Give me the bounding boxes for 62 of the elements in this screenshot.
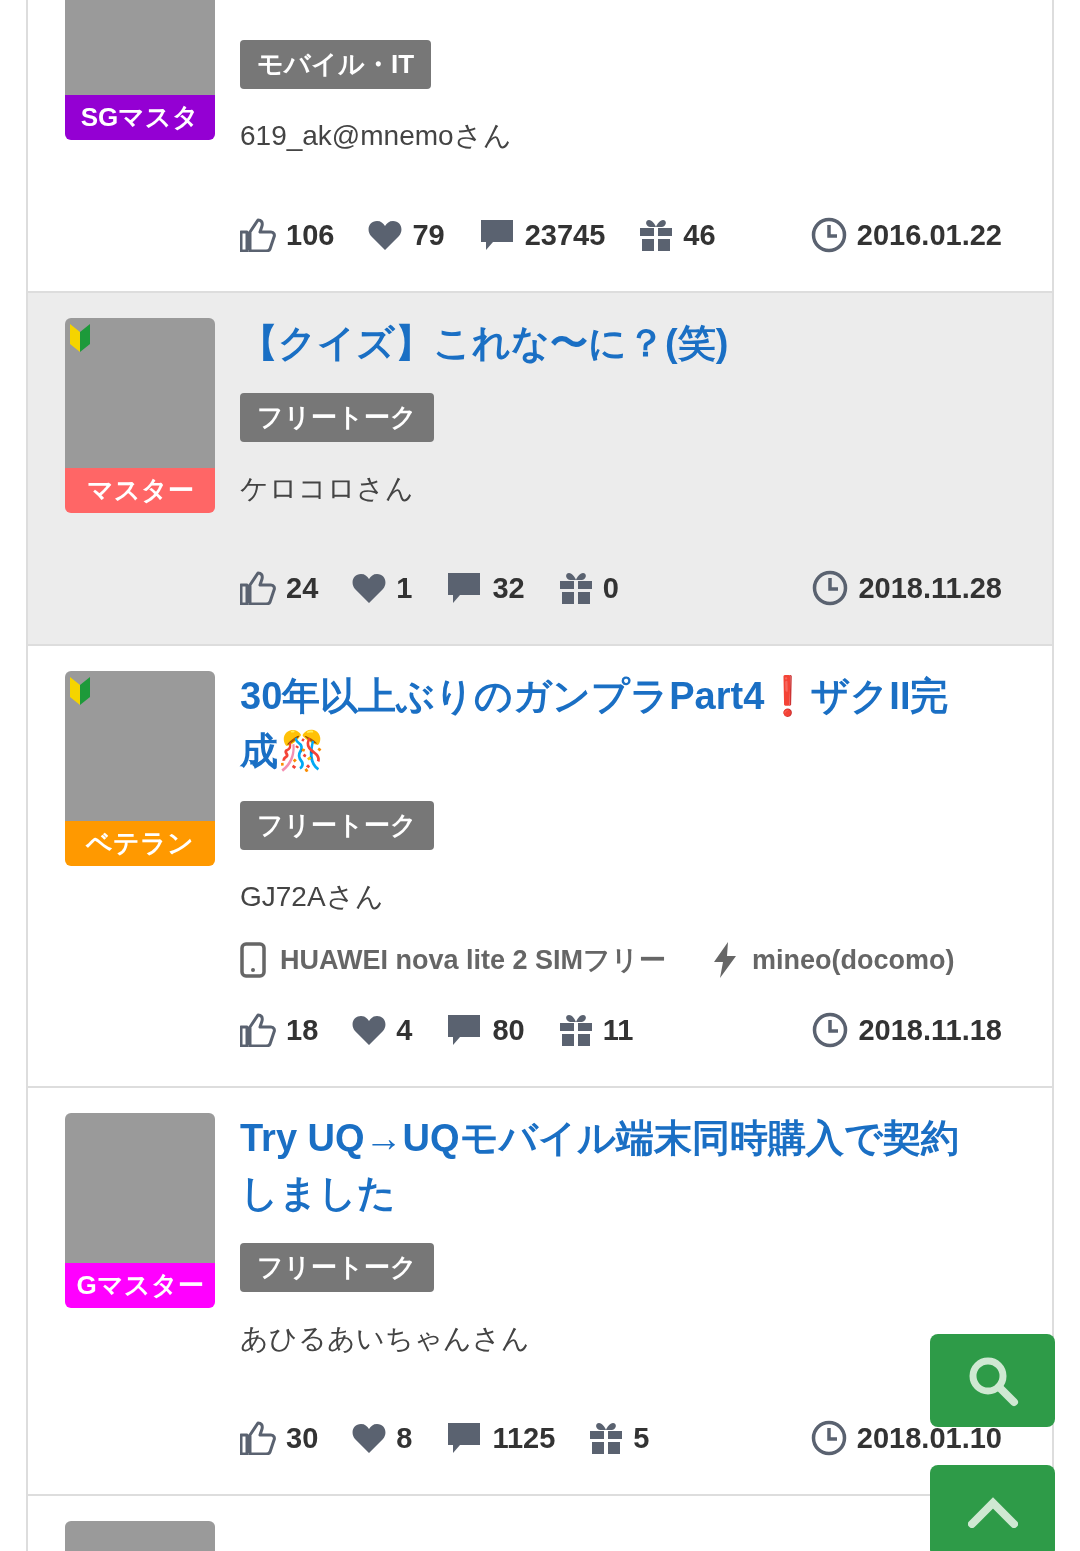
like-count: 30: [286, 1421, 319, 1455]
like-count: 18: [286, 1013, 319, 1047]
search-button[interactable]: [930, 1334, 1055, 1427]
author-name: あひるあいちゃんさん: [240, 1322, 530, 1356]
comment-count: 1125: [492, 1421, 556, 1455]
speech-bubble-icon: [446, 1421, 483, 1455]
rank-badge: ベテラン: [65, 821, 215, 866]
clock-icon: [812, 1012, 849, 1048]
category-tag[interactable]: フリートーク: [240, 1243, 434, 1292]
heart-icon: [352, 1015, 387, 1045]
heart-count: 79: [412, 218, 445, 252]
heart-icon: [352, 1423, 387, 1453]
rank-badge: Gマスター: [65, 1263, 215, 1308]
rank-badge: SGマスタ: [65, 95, 215, 140]
thumbs-up-icon: [240, 1013, 276, 1047]
author-name: ケロコロさん: [240, 472, 414, 506]
thumbs-up-icon: [240, 218, 276, 252]
rank-badge: マスター: [65, 468, 215, 513]
chevron-up-icon: [967, 1495, 1018, 1528]
smartphone-icon: [240, 942, 266, 978]
heart-icon: [368, 220, 403, 250]
thumbs-up-icon: [240, 1421, 276, 1455]
gift-count: 0: [602, 571, 619, 605]
post-date: 2016.01.22: [856, 218, 1002, 252]
gift-icon: [639, 218, 674, 252]
clock-icon: [812, 570, 849, 606]
heart-icon: [352, 573, 387, 603]
gift-icon: [558, 1013, 593, 1047]
clock-icon: [810, 217, 847, 253]
thumbs-up-icon: [240, 571, 276, 605]
comment-count: 32: [492, 571, 525, 605]
heart-count: 1: [396, 571, 413, 605]
carrier-name: mineo(docomo): [752, 944, 955, 976]
heart-count: 4: [396, 1013, 413, 1047]
gift-count: 5: [633, 1421, 650, 1455]
post-date: 2018.11.28: [858, 571, 1002, 605]
comment-count: 80: [492, 1013, 525, 1047]
like-count: 106: [286, 218, 335, 252]
clock-icon: [810, 1420, 847, 1456]
heart-count: 8: [396, 1421, 413, 1455]
gift-count: 11: [602, 1013, 634, 1047]
speech-bubble-icon: [446, 1013, 483, 1047]
speech-bubble-icon: [446, 571, 483, 605]
gift-count: 46: [683, 218, 716, 252]
device-name: HUAWEI nova lite 2 SIMフリー: [280, 944, 667, 977]
gift-icon: [558, 571, 593, 605]
category-tag[interactable]: モバイル・IT: [240, 40, 432, 89]
like-count: 24: [286, 571, 319, 605]
post-date: 2018.01.10: [856, 1421, 1002, 1455]
category-tag[interactable]: フリートーク: [240, 393, 434, 442]
comment-count: 23745: [524, 218, 606, 252]
post-date: 2018.11.18: [858, 1013, 1002, 1047]
scroll-to-top-button[interactable]: [930, 1465, 1055, 1551]
author-name: GJ72Aさん: [240, 880, 384, 914]
post-title[interactable]: 【クイズ】これな〜に？(笑): [240, 316, 729, 371]
lightning-icon: [712, 942, 739, 978]
category-tag[interactable]: フリートーク: [240, 801, 434, 850]
post-title[interactable]: 30年以上ぶりのガンプラPart4❗ザクII完成🎊: [240, 669, 972, 779]
gift-icon: [589, 1421, 624, 1455]
speech-bubble-icon: [478, 218, 515, 252]
post-title[interactable]: Try UQ→UQモバイル端末同時購入で契約しました: [240, 1111, 972, 1221]
author-name: 619_ak@mnemoさん: [240, 119, 512, 153]
